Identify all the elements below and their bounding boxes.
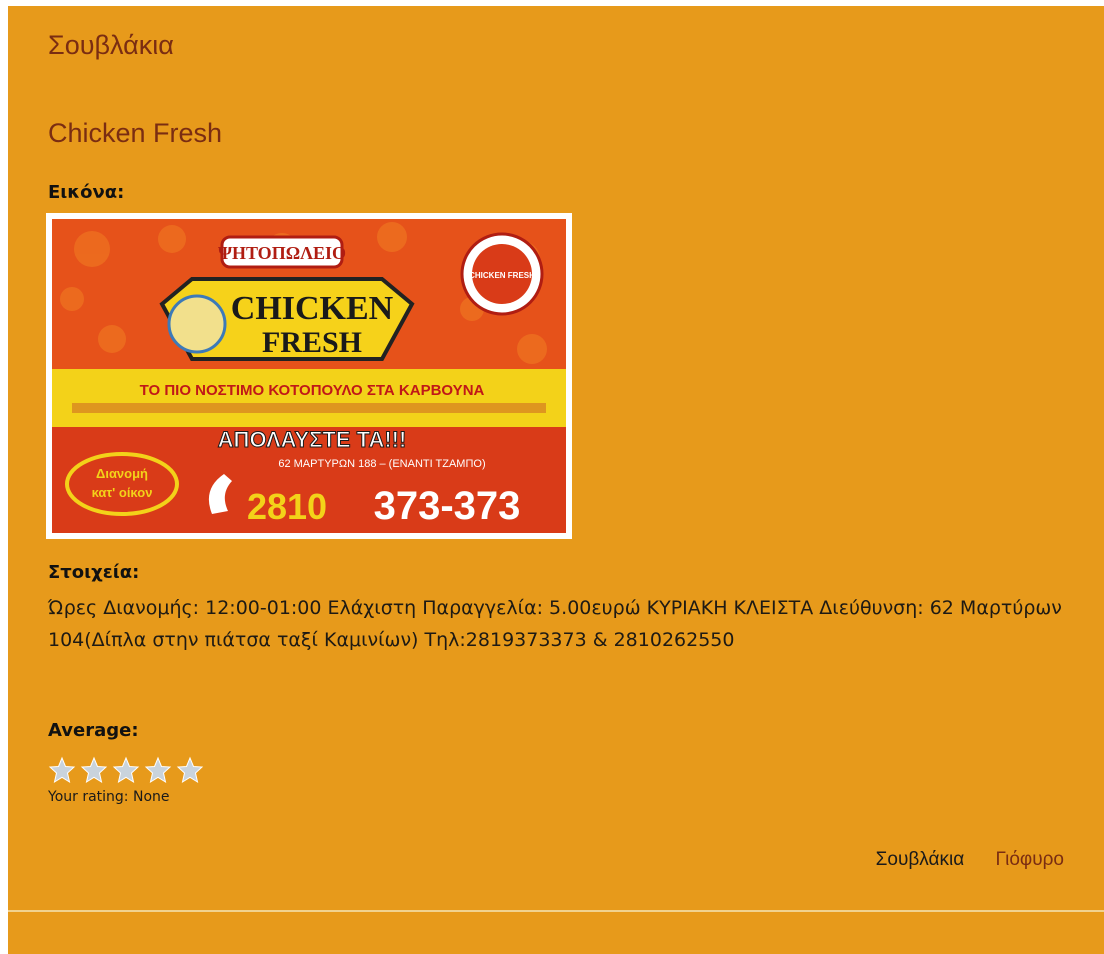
average-label: Average: (48, 720, 139, 741)
star-icon[interactable] (48, 756, 76, 784)
bottom-nav: Σουβλάκια Γιόφυρο (850, 849, 1064, 871)
star-rating-widget[interactable] (48, 756, 218, 786)
nav-link-souvlakia[interactable]: Σουβλάκια (876, 849, 965, 870)
flyer-brand-line1: CHICKEN (231, 290, 394, 327)
flyer-address: 62 ΜΑΡΤΥΡΩΝ 188 – (ΕΝΑΝΤΙ ΤΖΑΜΠΟ) (278, 458, 485, 470)
category-title: Σουβλάκια (48, 30, 174, 60)
your-rating-text: Your rating: None (48, 789, 170, 805)
flyer-phone-number: 373-373 (374, 484, 521, 528)
node-title[interactable]: Chicken Fresh (48, 118, 222, 149)
image-label: Εικόνα: (48, 182, 125, 203)
flyer-heading-text: ΨΗΤΟΠΩΛΕΙΟ (218, 243, 346, 263)
flyer-enjoy: ΑΠΟΛΑΥΣΤΕ ΤΑ!!! (218, 427, 407, 452)
star-icon[interactable] (80, 756, 108, 784)
flyer-badge-text: CHICKEN FRESH (469, 271, 535, 280)
star-icon[interactable] (144, 756, 172, 784)
star-icon[interactable] (176, 756, 204, 784)
details-label: Στοιχεία: (48, 562, 140, 583)
nav-link-giofyro[interactable]: Γιόφυρο (995, 849, 1064, 870)
flyer-brand-line2: FRESH (262, 326, 362, 359)
flyer-slogan: ΤΟ ΠΙΟ ΝΟΣΤΙΜΟ ΚΟΤΟΠΟΥΛΟ ΣΤΑ ΚΑΡΒΟΥΝΑ (140, 382, 485, 399)
flyer-delivery-line1: Διανομή (96, 466, 148, 481)
details-text: Ώρες Διανομής: 12:00-01:00 Ελάχιστη Παρα… (48, 597, 1062, 651)
flyer-delivery-line2: κατ' οίκον (92, 485, 153, 500)
divider (8, 910, 1104, 912)
restaurant-image[interactable]: ΨΗΤΟΠΩΛΕΙΟ CHICKEN FRESH CHICKEN FRESH Τ… (46, 213, 572, 539)
restaurant-flyer-image: ΨΗΤΟΠΩΛΕΙΟ CHICKEN FRESH CHICKEN FRESH Τ… (52, 219, 566, 533)
star-icon[interactable] (112, 756, 140, 784)
content-panel: Σουβλάκια Chicken Fresh Εικόνα: ΨΗΤΟΠΩΛΕ… (8, 6, 1104, 954)
flyer-phone-prefix: 2810 (247, 486, 327, 527)
